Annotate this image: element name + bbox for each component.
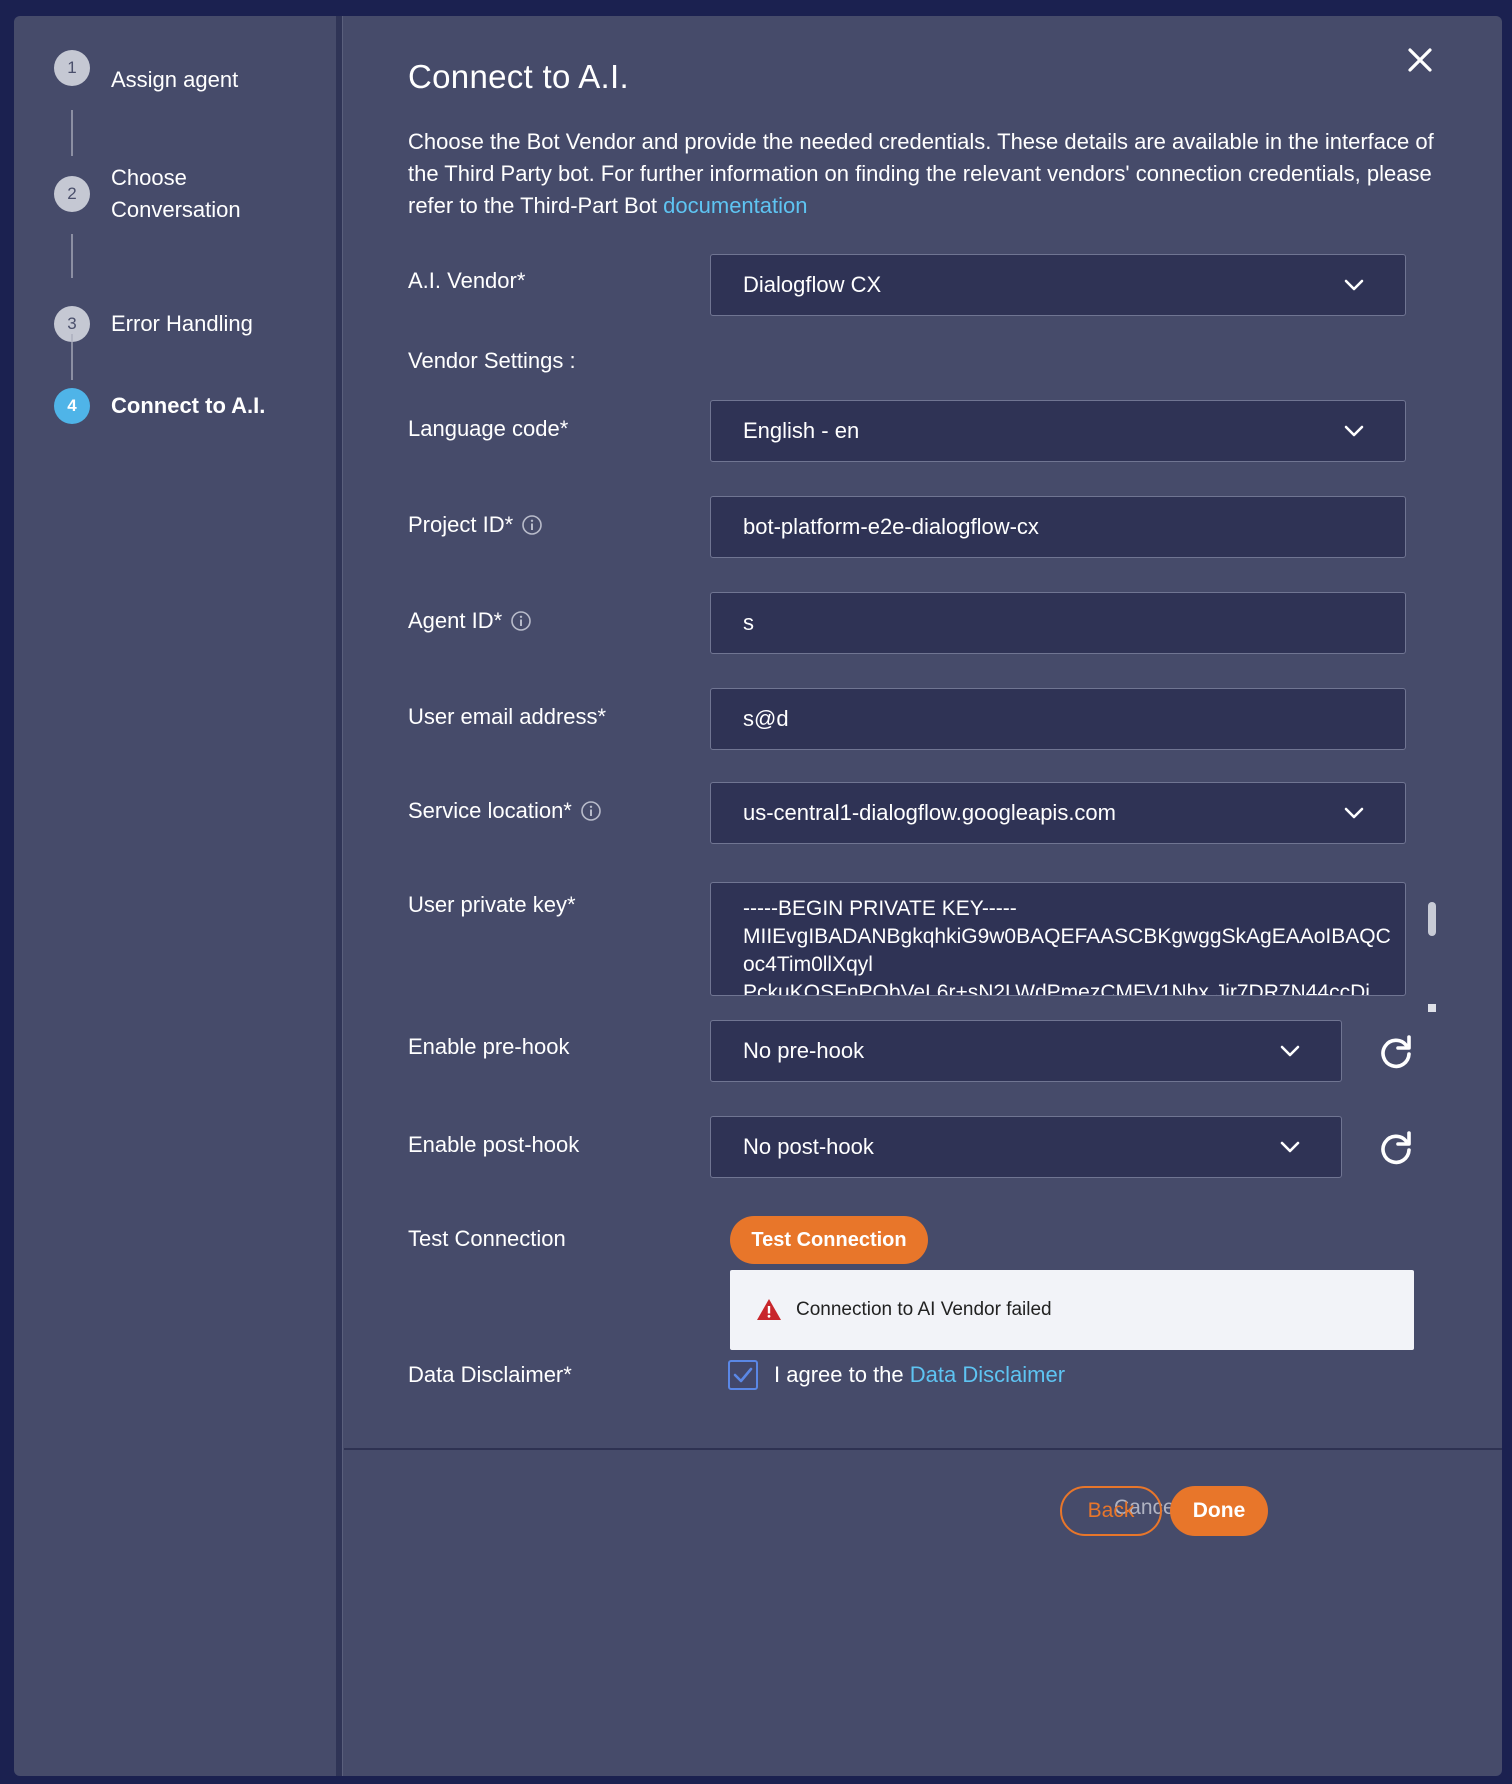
agent-id-label-text: Agent ID*: [408, 608, 503, 633]
private-key-value: -----BEGIN PRIVATE KEY----- MIIEvgIBADAN…: [743, 897, 1391, 996]
service-location-value: us-central1-dialogflow.googleapis.com: [743, 800, 1116, 825]
connect-ai-modal: 1 Assign agent 2 Choose Conversation 3 E…: [14, 16, 1502, 1776]
refresh-icon[interactable]: [1376, 1128, 1416, 1168]
private-key-textarea[interactable]: -----BEGIN PRIVATE KEY----- MIIEvgIBADAN…: [710, 882, 1406, 996]
step-2-label: Choose Conversation: [111, 165, 241, 222]
project-id-value: bot-platform-e2e-dialogflow-cx: [743, 514, 1039, 539]
test-connection-label: Test Connection: [408, 1226, 566, 1251]
email-label: User email address*: [408, 704, 607, 729]
sidebar-divider: [336, 16, 343, 1776]
chevron-down-icon: [1280, 1045, 1300, 1057]
project-id-label: Project ID*: [408, 510, 543, 540]
agent-id-input[interactable]: s: [710, 592, 1406, 654]
footer-divider: [344, 1448, 1502, 1450]
posthook-value: No post-hook: [743, 1134, 874, 1159]
refresh-icon[interactable]: [1376, 1032, 1416, 1072]
warning-icon: [757, 1299, 781, 1320]
service-location-label: Service location*: [408, 796, 602, 826]
step-connector: [71, 234, 73, 278]
agent-id-label: Agent ID*: [408, 606, 532, 636]
checkmark-icon: [733, 1367, 753, 1383]
language-select-value: English - en: [743, 418, 860, 443]
chevron-down-icon: [1344, 425, 1364, 437]
vendor-label: A.I. Vendor*: [408, 268, 526, 293]
service-location-select[interactable]: us-central1-dialogflow.googleapis.com: [710, 782, 1406, 844]
prehook-label: Enable pre-hook: [408, 1034, 570, 1059]
disclaimer-text: I agree to the Data Disclaimer: [774, 1360, 1065, 1390]
textarea-resize-handle[interactable]: [1428, 1004, 1436, 1012]
language-select[interactable]: English - en: [710, 400, 1406, 462]
disclaimer-checkbox[interactable]: [728, 1360, 758, 1390]
test-connection-button[interactable]: Test Connection: [730, 1216, 928, 1264]
step-2-circle: 2: [54, 176, 90, 212]
close-icon: [1408, 48, 1432, 72]
posthook-select[interactable]: No post-hook: [710, 1116, 1342, 1178]
private-key-label: User private key*: [408, 892, 576, 917]
info-icon[interactable]: [510, 610, 532, 632]
vendor-select-value: Dialogflow CX: [743, 272, 882, 297]
project-id-input[interactable]: bot-platform-e2e-dialogflow-cx: [710, 496, 1406, 558]
documentation-link[interactable]: documentation: [663, 193, 807, 218]
textarea-scrollbar[interactable]: [1428, 902, 1436, 936]
step-4-label: Connect to A.I.: [111, 393, 266, 418]
page-title: Connect to A.I.: [408, 58, 629, 95]
step-1-circle: 1: [54, 50, 90, 86]
project-id-label-text: Project ID*: [408, 512, 514, 537]
disclaimer-label: Data Disclaimer*: [408, 1362, 572, 1387]
done-button[interactable]: Done: [1170, 1486, 1268, 1536]
disclaimer-text-prefix: I agree to the: [774, 1362, 910, 1387]
service-location-label-text: Service location*: [408, 798, 572, 823]
step-connector: [71, 334, 73, 380]
close-button[interactable]: [1394, 34, 1446, 86]
prehook-value: No pre-hook: [743, 1038, 865, 1063]
email-value: s@d: [743, 706, 789, 731]
connection-error-alert: Connection to AI Vendor failed: [730, 1270, 1414, 1350]
stepper-sidebar: 1 Assign agent 2 Choose Conversation 3 E…: [14, 16, 336, 1776]
email-field[interactable]: s@d: [710, 688, 1406, 750]
back-button[interactable]: Back: [1060, 1486, 1162, 1536]
step-4-circle: 4: [54, 388, 90, 424]
connection-error-text: Connection to AI Vendor failed: [796, 1299, 1052, 1320]
posthook-label: Enable post-hook: [408, 1132, 580, 1157]
step-connector: [71, 110, 73, 156]
info-icon[interactable]: [521, 514, 543, 536]
chevron-down-icon: [1344, 279, 1364, 291]
vendor-settings-label: Vendor Settings :: [408, 348, 576, 373]
chevron-down-icon: [1280, 1141, 1300, 1153]
description: Choose the Bot Vendor and provide the ne…: [408, 126, 1448, 222]
step-1-label: Assign agent: [111, 67, 239, 92]
data-disclaimer-link[interactable]: Data Disclaimer: [910, 1362, 1065, 1387]
prehook-select[interactable]: No pre-hook: [710, 1020, 1342, 1082]
description-text: Choose the Bot Vendor and provide the ne…: [408, 129, 1434, 218]
step-3-label: Error Handling: [111, 311, 253, 336]
chevron-down-icon: [1344, 807, 1364, 819]
info-icon[interactable]: [580, 800, 602, 822]
language-label: Language code*: [408, 416, 569, 441]
agent-id-value: s: [743, 610, 754, 635]
vendor-select[interactable]: Dialogflow CX: [710, 254, 1406, 316]
